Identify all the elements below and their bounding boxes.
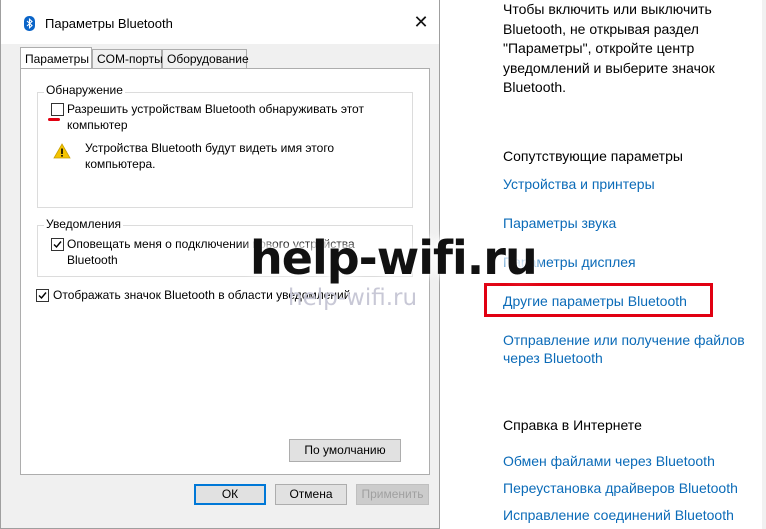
warning-icon — [53, 143, 71, 159]
show-tray-icon-checkbox[interactable] — [36, 289, 49, 302]
link-send-receive-files[interactable]: Отправление или получение файлов через B… — [503, 331, 753, 367]
link-devices-printers[interactable]: Устройства и принтеры — [503, 175, 655, 193]
ok-button[interactable]: ОК — [194, 484, 266, 505]
intro-text: Чтобы включить или выключить Bluetooth, … — [503, 1, 715, 95]
warning-text: Устройства Bluetooth будут видеть имя эт… — [85, 141, 335, 171]
restore-defaults-button[interactable]: По умолчанию — [289, 439, 401, 462]
apply-button[interactable]: Применить — [356, 484, 429, 505]
highlight-box — [484, 283, 713, 317]
title-bar: Параметры Bluetooth ✕ — [1, 0, 439, 44]
allow-discovery-label: Разрешить устройствам Bluetooth обнаружи… — [67, 102, 364, 132]
red-underline-mark — [48, 118, 60, 121]
discovery-group-label: Обнаружение — [44, 83, 125, 97]
link-share-files[interactable]: Обмен файлами через Bluetooth — [503, 452, 715, 470]
close-icon[interactable]: ✕ — [409, 10, 433, 34]
tab-com-ports[interactable]: COM-порты — [92, 49, 163, 68]
dialog-title: Параметры Bluetooth — [45, 16, 173, 31]
watermark-small: help-wifi.ru — [288, 285, 418, 311]
link-fix-connections[interactable]: Исправление соединений Bluetooth — [503, 506, 734, 524]
cancel-button[interactable]: Отмена — [275, 484, 347, 505]
tab-parameters[interactable]: Параметры — [20, 47, 92, 68]
watermark-text: help-wifi.ru — [250, 231, 538, 285]
tab-hardware[interactable]: Оборудование — [162, 49, 249, 68]
scrollbar-track[interactable] — [762, 0, 766, 529]
bluetooth-icon — [24, 16, 35, 31]
notifications-group-label: Уведомления — [44, 217, 124, 231]
related-settings-heading: Сопутствующие параметры — [503, 148, 683, 164]
link-reinstall-drivers[interactable]: Переустановка драйверов Bluetooth — [503, 479, 738, 497]
help-heading: Справка в Интернете — [503, 417, 642, 433]
notify-new-device-checkbox[interactable] — [51, 238, 64, 251]
allow-discovery-checkbox[interactable] — [51, 103, 64, 116]
